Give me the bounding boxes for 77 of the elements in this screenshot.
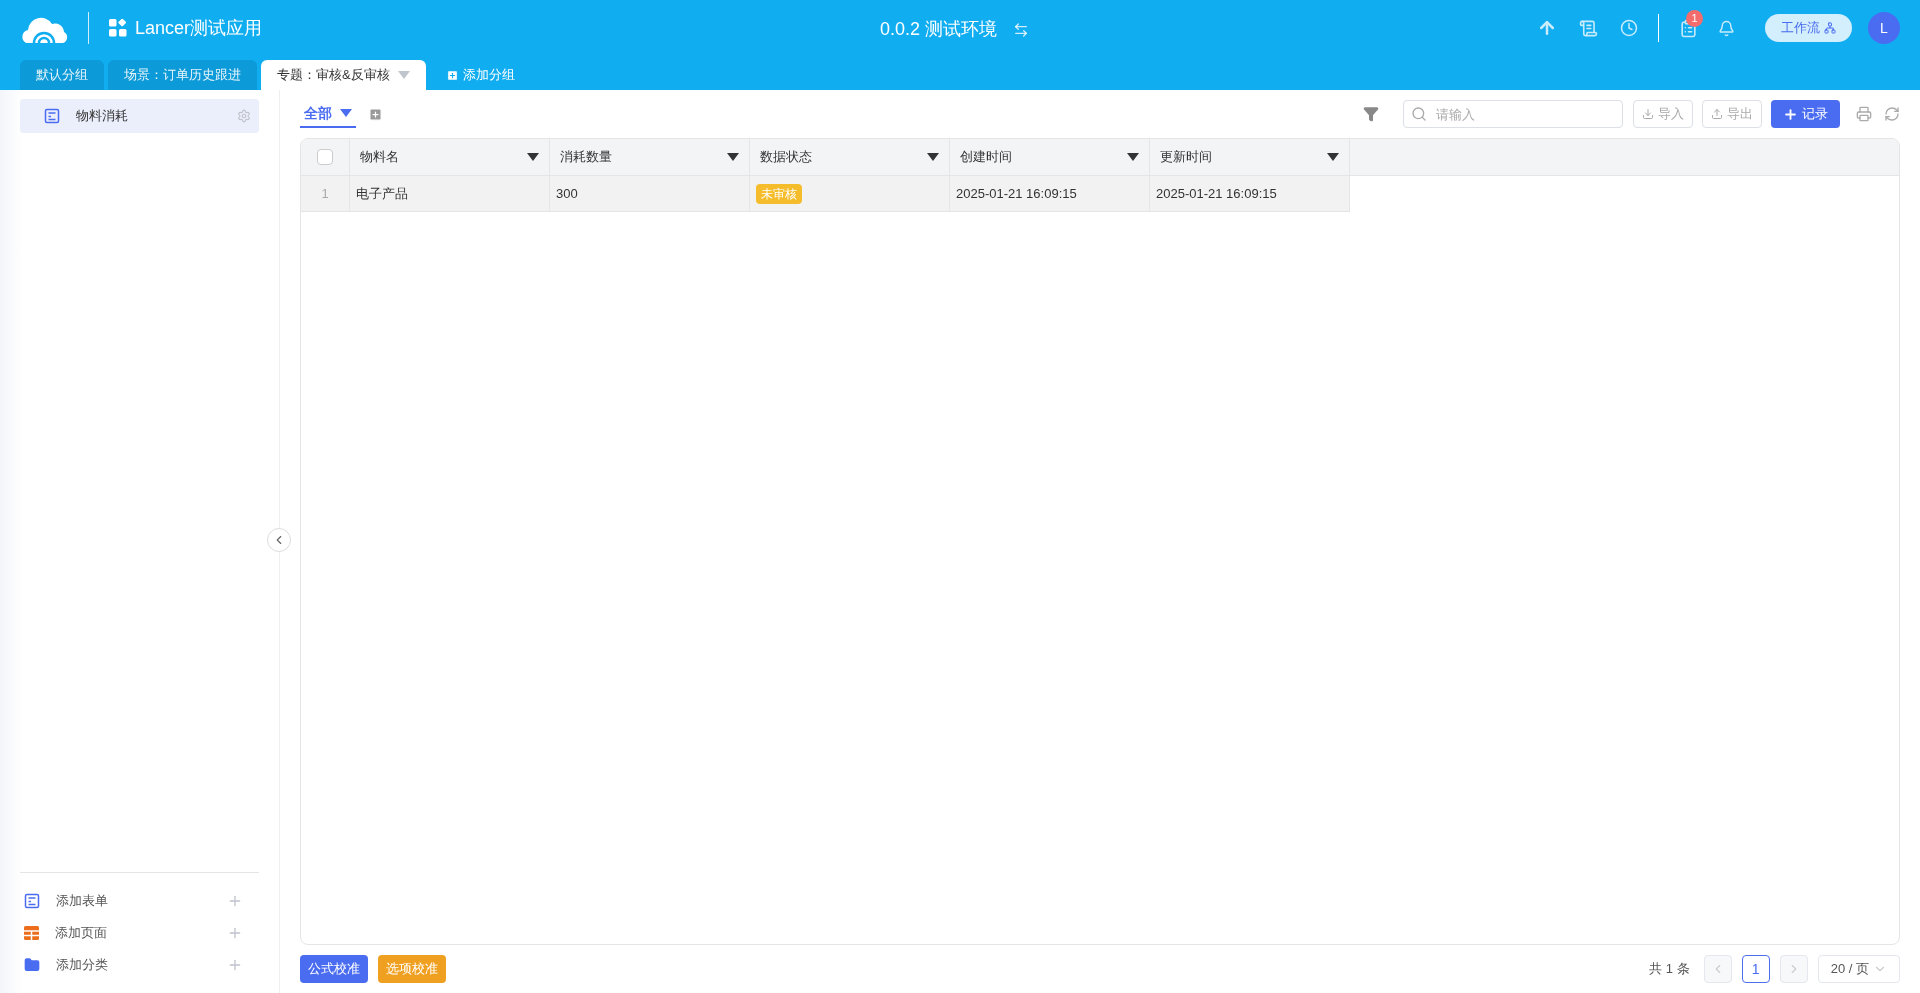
plus-icon[interactable] xyxy=(227,957,243,973)
document-icon[interactable] xyxy=(1579,18,1598,38)
caret-icon xyxy=(1327,153,1339,161)
status-tag: 未审核 xyxy=(756,183,802,204)
form-icon xyxy=(24,893,40,909)
table-cell-text: 2025-01-21 16:09:15 xyxy=(956,184,1077,203)
caret-icon xyxy=(927,153,939,161)
clock-icon[interactable] xyxy=(1620,19,1638,37)
add-action-label: 添加表单 xyxy=(56,892,108,911)
add-group-button[interactable]: 添加分组 xyxy=(429,60,531,90)
column-title: 更新时间 xyxy=(1160,148,1212,167)
table-cell-text: 2025-01-21 16:09:15 xyxy=(1156,184,1277,203)
select-all-checkbox[interactable] xyxy=(317,149,333,165)
environment-title: 0.0.2 测试环境 xyxy=(880,18,998,41)
view-tab[interactable]: 全部 xyxy=(300,100,356,128)
user-avatar[interactable]: L xyxy=(1868,12,1900,44)
group-tab[interactable]: 默认分组 xyxy=(20,60,104,90)
caret-icon xyxy=(727,153,739,161)
add-record-button[interactable]: 记录 xyxy=(1771,100,1840,128)
caret-icon xyxy=(397,71,410,79)
table-cell-text: 电子产品 xyxy=(356,184,408,203)
page-size-select[interactable]: 20 / 页 xyxy=(1817,955,1900,983)
sidebar-item-label: 物料消耗 xyxy=(76,107,128,126)
add-view-icon[interactable] xyxy=(368,106,383,122)
add-action-row[interactable]: 添加表单 xyxy=(20,885,259,917)
filter-icon[interactable] xyxy=(1363,106,1379,122)
org-chart-icon xyxy=(1824,22,1836,34)
column-header[interactable]: 创建时间 xyxy=(950,139,1150,175)
previous-page-button[interactable] xyxy=(1703,955,1732,983)
plus-icon xyxy=(1783,106,1798,122)
column-header[interactable]: 更新时间 xyxy=(1150,139,1350,175)
notification-badge: 1 xyxy=(1686,9,1703,27)
add-action-row[interactable]: 添加分类 xyxy=(20,949,259,981)
caret-icon xyxy=(527,153,539,161)
column-title: 创建时间 xyxy=(960,148,1012,167)
column-header[interactable]: 物料名 xyxy=(350,139,550,175)
import-button[interactable]: 导入 xyxy=(1633,100,1693,128)
form-icon xyxy=(44,108,60,124)
bell-icon[interactable] xyxy=(1718,19,1735,37)
group-tab[interactable]: 专题：审核&反审核 xyxy=(261,60,426,90)
group-tab[interactable]: 场景：订单历史跟进 xyxy=(108,60,257,90)
download-icon xyxy=(1642,108,1654,120)
caret-icon xyxy=(340,109,352,117)
folder-icon xyxy=(24,957,40,973)
next-page-button[interactable] xyxy=(1779,955,1808,983)
workflow-button[interactable]: 工作流 xyxy=(1765,14,1852,42)
page-button[interactable]: 1 xyxy=(1741,955,1770,983)
column-title: 数据状态 xyxy=(760,148,812,167)
app-title: Lancer测试应用 xyxy=(135,16,263,40)
search-icon xyxy=(1411,106,1427,122)
settings-icon[interactable] xyxy=(237,109,251,123)
add-action-label: 添加分类 xyxy=(56,956,108,975)
plus-icon[interactable] xyxy=(227,925,243,941)
total-count: 共 1 条 xyxy=(1649,960,1690,979)
sidebar-item[interactable]: 物料消耗 xyxy=(20,99,259,133)
add-action-row[interactable]: 添加页面 xyxy=(20,917,259,949)
footer-button[interactable]: 公式校准 xyxy=(300,955,368,983)
upload-icon[interactable] xyxy=(1537,18,1557,38)
refresh-icon[interactable] xyxy=(1884,106,1900,122)
column-title: 物料名 xyxy=(360,148,399,167)
column-header[interactable]: 消耗数量 xyxy=(550,139,750,175)
row-number: 1 xyxy=(301,176,350,211)
search-field[interactable]: 请输入 xyxy=(1403,100,1623,128)
table-cell-text: 300 xyxy=(556,184,578,203)
upload-icon xyxy=(1711,108,1723,120)
plus-icon[interactable] xyxy=(227,893,243,909)
column-header[interactable]: 数据状态 xyxy=(750,139,950,175)
table-icon xyxy=(24,926,39,940)
collapse-button[interactable] xyxy=(267,528,291,552)
add-action-label: 添加页面 xyxy=(55,924,107,943)
switch-icon[interactable] xyxy=(1013,21,1030,38)
caret-icon xyxy=(1127,153,1139,161)
print-icon[interactable] xyxy=(1856,106,1872,122)
column-title: 消耗数量 xyxy=(560,148,612,167)
export-button[interactable]: 导出 xyxy=(1702,100,1762,128)
plus-square-icon xyxy=(445,68,459,82)
apps-icon xyxy=(109,19,127,37)
